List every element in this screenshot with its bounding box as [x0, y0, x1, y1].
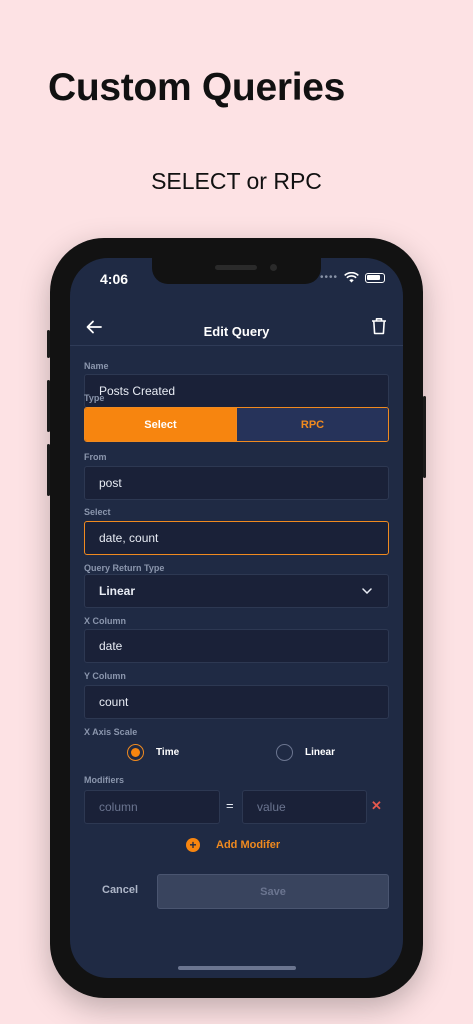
return-type-value: Linear — [99, 584, 136, 598]
modifier-value-input[interactable]: value — [242, 790, 367, 824]
wifi-icon — [344, 272, 359, 283]
modifier-column-input[interactable]: column — [84, 790, 220, 824]
x-axis-time-radio[interactable]: Time — [127, 744, 179, 761]
type-label: Type — [84, 393, 105, 403]
x-axis-scale-label: X Axis Scale — [84, 727, 138, 737]
radio-selected-icon — [127, 744, 144, 761]
y-column-field[interactable]: count — [84, 685, 389, 719]
select-field[interactable]: date, count — [84, 521, 389, 555]
battery-icon — [365, 272, 385, 283]
return-type-dropdown[interactable]: Linear — [84, 574, 389, 608]
return-type-label: Query Return Type — [84, 563, 165, 573]
type-select-option[interactable]: Select — [85, 408, 236, 441]
x-axis-time-label: Time — [156, 747, 180, 758]
notch — [152, 258, 321, 284]
type-segmented-control: Select RPC — [84, 407, 389, 442]
promo-subhead: SELECT or RPC — [151, 168, 322, 194]
x-axis-linear-label: Linear — [305, 747, 336, 758]
from-label: From — [84, 452, 107, 462]
remove-modifier-icon[interactable]: ✕ — [371, 798, 382, 814]
status-icons: •••• — [320, 272, 385, 283]
y-column-label: Y Column — [84, 671, 126, 681]
name-field[interactable]: Posts Created — [84, 374, 389, 408]
trash-icon[interactable] — [371, 317, 387, 335]
modifiers-label: Modifiers — [84, 775, 125, 785]
home-indicator — [178, 966, 296, 970]
select-label: Select — [84, 507, 111, 517]
x-column-field[interactable]: date — [84, 629, 389, 663]
phone-frame: 4:06 •••• Edit Query Name Posts Created … — [47, 238, 426, 998]
app-screen: 4:06 •••• Edit Query Name Posts Created … — [70, 258, 403, 978]
status-time: 4:06 — [100, 271, 129, 287]
add-modifier-label: Add Modifer — [216, 839, 281, 851]
signal-icon: •••• — [319, 272, 338, 283]
save-button[interactable]: Save — [157, 874, 389, 909]
nav-bar: Edit Query — [70, 302, 403, 346]
promo-headline: Custom Queries — [48, 66, 346, 109]
name-label: Name — [84, 361, 109, 371]
x-axis-linear-radio[interactable]: Linear — [276, 744, 335, 761]
type-rpc-option[interactable]: RPC — [236, 408, 388, 441]
from-field[interactable]: post — [84, 466, 389, 500]
modifier-equals: = — [226, 798, 234, 813]
x-column-label: X Column — [84, 616, 126, 626]
radio-unselected-icon — [276, 744, 293, 761]
add-modifier-button[interactable]: + Add Modifer — [186, 838, 280, 852]
chevron-down-icon — [362, 588, 372, 594]
plus-circle-icon: + — [186, 838, 200, 852]
cancel-button[interactable]: Cancel — [102, 884, 138, 896]
page-title: Edit Query — [203, 324, 270, 339]
